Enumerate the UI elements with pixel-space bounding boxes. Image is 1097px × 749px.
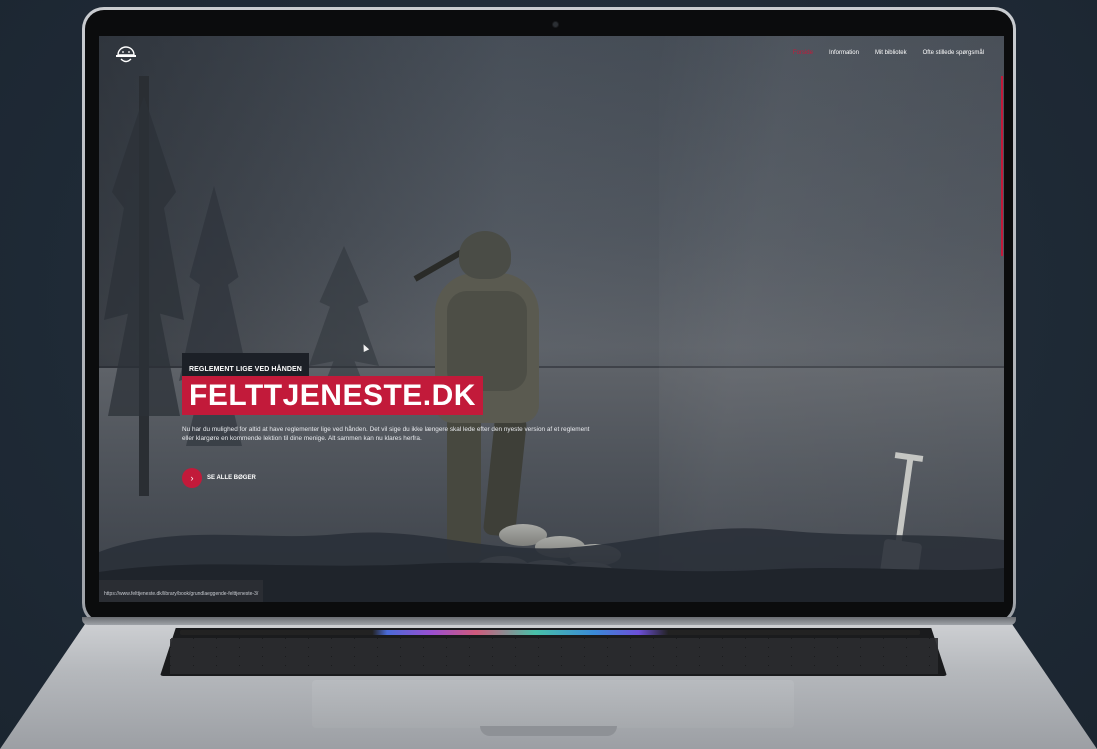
hero-description: Nu har du mulighed for altid at have reg…	[182, 426, 590, 442]
scroll-indicator[interactable]	[1001, 76, 1003, 256]
nav-item-faq[interactable]: Ofte stillede spørgsmål	[923, 50, 984, 56]
chevron-right-icon[interactable]: ›	[182, 468, 202, 488]
hero-badge-label: REGLEMENT LIGE VED HÅNDEN	[189, 366, 302, 373]
browser-viewport: Forside Information Mit bibliotek Ofte s…	[99, 36, 1004, 602]
logo-icon[interactable]	[115, 46, 137, 66]
touch-bar	[180, 630, 920, 635]
nav-item-mit-bibliotek[interactable]: Mit bibliotek	[875, 50, 907, 56]
status-url: https://www.felttjeneste.dk/library/book…	[104, 591, 259, 597]
hero-title: FELTTJENESTE.DK	[189, 379, 476, 412]
main-menu: Forside Information Mit bibliotek Ofte s…	[793, 50, 984, 56]
nav-item-information[interactable]: Information	[829, 50, 859, 56]
laptop-bezel: Forside Information Mit bibliotek Ofte s…	[85, 10, 1013, 622]
see-all-books-label[interactable]: SE ALLE BØGER	[207, 475, 256, 481]
camera-icon	[553, 22, 558, 27]
keyboard-keys	[170, 638, 938, 674]
see-all-books-button[interactable]: › SE ALLE BØGER	[182, 468, 256, 488]
laptop-lid: Forside Information Mit bibliotek Ofte s…	[82, 7, 1016, 625]
laptop-hinge	[82, 617, 1016, 625]
link-status-bar: https://www.felttjeneste.dk/library/book…	[99, 580, 264, 602]
nav-item-forside[interactable]: Forside	[793, 50, 813, 56]
scene: Forside Information Mit bibliotek Ofte s…	[0, 0, 1097, 749]
hero-title-box: FELTTJENESTE.DK	[182, 376, 483, 415]
laptop-front-notch	[480, 726, 617, 736]
top-navigation: Forside Information Mit bibliotek Ofte s…	[99, 36, 1004, 76]
trackpad	[312, 680, 794, 728]
